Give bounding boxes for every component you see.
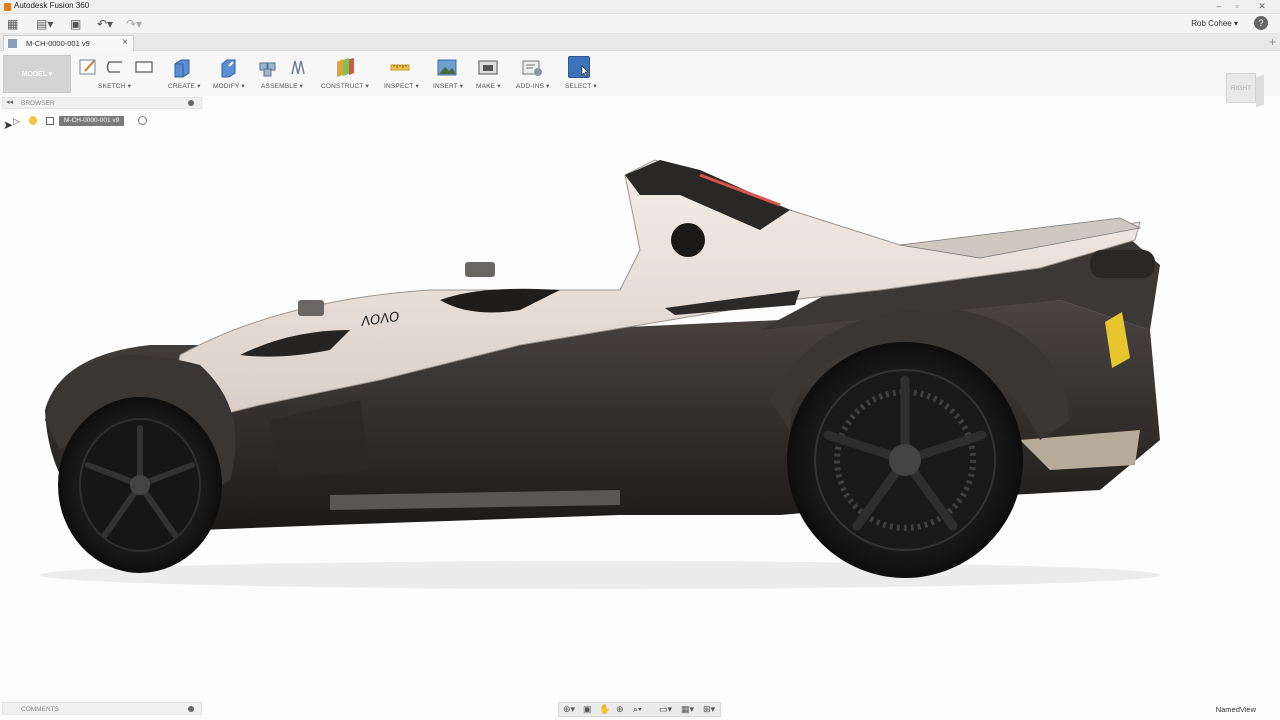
root-component-name[interactable]: M-CH-0000-001 v9 — [59, 116, 125, 126]
sketch-menu[interactable]: SKETCH ▾ — [98, 82, 131, 90]
rectangle-icon[interactable] — [133, 56, 155, 78]
navigation-bar: ⊕▾ ▣ ✋ ⊕ ⌕▾ ▭▾ ▦▾ ⊞▾ — [558, 702, 721, 717]
create-menu[interactable]: CREATE ▾ — [168, 82, 201, 90]
document-tab-label: M-CH-0000-001 v9 — [26, 39, 90, 48]
select-icon[interactable] — [568, 56, 590, 78]
construct-menu[interactable]: CONSTRUCT ▾ — [321, 82, 369, 90]
document-icon — [8, 39, 17, 48]
insert-menu[interactable]: INSERT ▾ — [433, 82, 463, 90]
close-tab-icon[interactable]: × — [122, 37, 128, 48]
ribbon-toolbar: MODEL ▾ SKETCH ▾ CREATE ▾ MODIFY ▾ ASSEM… — [0, 51, 1280, 96]
zoom-icon[interactable]: ⊕ — [616, 704, 624, 715]
viewport-canvas[interactable]: ΛΟΛΟ — [0, 130, 1280, 630]
undo-icon[interactable]: ↶▾ — [97, 17, 113, 31]
browser-root-node[interactable]: M-CH-0000-001 v9 — [26, 115, 150, 127]
joint-icon[interactable] — [287, 56, 309, 78]
press-pull-icon[interactable] — [217, 56, 239, 78]
visibility-bulb-icon[interactable] — [29, 116, 37, 125]
view-cube[interactable]: RIGHT — [1222, 69, 1266, 109]
component-icon — [46, 117, 54, 125]
workspace-switcher[interactable]: MODEL ▾ — [3, 55, 71, 93]
quick-access-bar: ▦ ▤▾ ▣ ↶▾ ↷▾ Rob Cohee ▾ ? — [0, 14, 1280, 34]
browser-title: BROWSER — [21, 100, 55, 107]
title-bar: Autodesk Fusion 360 – ▫ ✕ — [0, 0, 1280, 14]
display-settings-icon[interactable]: ▭▾ — [659, 704, 672, 715]
help-icon[interactable]: ? — [1254, 16, 1268, 30]
data-panel-grid-icon[interactable]: ▦ — [7, 17, 18, 31]
extrude-icon[interactable] — [171, 56, 193, 78]
view-cube-face[interactable]: RIGHT — [1226, 73, 1256, 103]
viewports-icon[interactable]: ⊞▾ — [703, 704, 715, 715]
user-account-menu[interactable]: Rob Cohee ▾ — [1191, 19, 1238, 28]
collapse-panel-icon[interactable]: ◂◂ — [6, 98, 13, 106]
window-title: Autodesk Fusion 360 — [14, 1, 90, 10]
document-tab[interactable]: M-CH-0000-001 v9 × — [3, 35, 134, 51]
browser-panel-header[interactable]: ◂◂ BROWSER — [2, 97, 202, 109]
grid-snaps-icon[interactable]: ▦▾ — [681, 704, 694, 715]
pin-icon[interactable] — [188, 100, 194, 106]
document-tab-bar: M-CH-0000-001 v9 × + — [0, 34, 1280, 51]
minimize-icon[interactable]: – — [1213, 1, 1225, 12]
pan-icon[interactable]: ✋ — [599, 704, 610, 715]
save-icon[interactable]: ▣ — [70, 17, 81, 31]
3d-print-icon[interactable] — [477, 56, 499, 78]
insert-image-icon[interactable] — [436, 56, 458, 78]
view-cube-face-label: RIGHT — [1230, 85, 1252, 92]
assemble-menu[interactable]: ASSEMBLE ▾ — [261, 82, 303, 90]
offset-plane-icon[interactable] — [334, 56, 356, 78]
new-tab-button[interactable]: + — [1269, 35, 1276, 49]
redo-icon[interactable]: ↷▾ — [126, 17, 142, 31]
view-cube-side[interactable] — [1256, 74, 1264, 108]
comments-panel-header[interactable]: COMMENTS — [2, 702, 202, 715]
car-model[interactable]: ΛΟΛΟ — [0, 130, 1280, 630]
expand-tree-icon[interactable]: ▷ — [13, 116, 20, 127]
scripts-addins-icon[interactable] — [521, 56, 543, 78]
orbit-icon[interactable]: ⊕▾ — [563, 704, 575, 715]
comments-title: COMMENTS — [21, 706, 59, 713]
create-sketch-icon[interactable] — [77, 56, 99, 78]
make-menu[interactable]: MAKE ▾ — [476, 82, 501, 90]
measure-icon[interactable] — [389, 56, 411, 78]
activate-radio-icon[interactable] — [138, 116, 147, 125]
named-view-label: NamedView — [1215, 705, 1256, 714]
close-icon[interactable]: ✕ — [1256, 1, 1268, 12]
look-at-icon[interactable]: ▣ — [583, 704, 592, 715]
workspace-label: MODEL ▾ — [21, 71, 53, 78]
line-icon[interactable] — [104, 56, 126, 78]
select-menu[interactable]: SELECT ▾ — [565, 82, 597, 90]
addins-menu[interactable]: ADD-INS ▾ — [516, 82, 550, 90]
pin-icon[interactable] — [188, 706, 194, 712]
fusion-logo-icon — [4, 3, 11, 11]
inspect-menu[interactable]: INSPECT ▾ — [384, 82, 419, 90]
modify-menu[interactable]: MODIFY ▾ — [213, 82, 245, 90]
file-menu-icon[interactable]: ▤▾ — [36, 17, 53, 31]
new-component-icon[interactable] — [257, 56, 279, 78]
maximize-icon[interactable]: ▫ — [1231, 1, 1243, 12]
fit-icon[interactable]: ⌕▾ — [633, 704, 642, 715]
